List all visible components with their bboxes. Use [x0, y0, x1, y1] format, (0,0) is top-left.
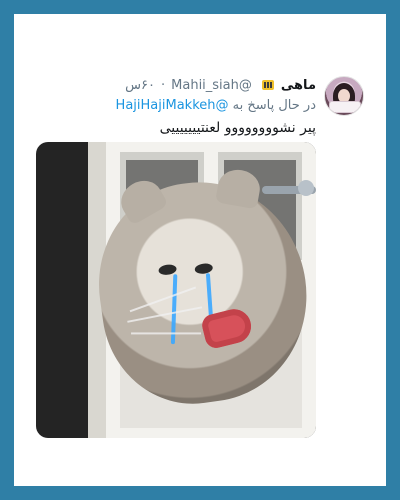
handle[interactable]: @Mahii_siah	[171, 78, 252, 93]
tweet-text: پیر نشوووووووو لعنتیییییییی	[159, 120, 316, 136]
avatar[interactable]	[324, 76, 364, 116]
timestamp[interactable]: ۶۰س	[125, 78, 155, 93]
cat-eye-right	[194, 262, 214, 275]
emoji-badge-icon	[261, 78, 275, 92]
reply-prefix: در حال پاسخ به	[232, 98, 316, 113]
cat-whisker-3	[131, 332, 202, 335]
reply-mention-link[interactable]: @HajiHajiMakkeh	[116, 98, 229, 113]
display-name[interactable]: ماهی	[281, 78, 316, 93]
reply-line: در حال پاسخ به @HajiHajiMakkeh	[56, 98, 316, 116]
tweet-card[interactable]: ماهی @Mahii_siah · ۶۰س در حال پاسخ به @H…	[14, 14, 386, 486]
tweet-media[interactable]	[36, 142, 316, 438]
tweet-header: ماهی @Mahii_siah · ۶۰س	[76, 76, 316, 94]
door-handle-knob	[298, 180, 314, 196]
avatar-sign	[329, 101, 361, 113]
screenshot-frame: ماهی @Mahii_siah · ۶۰س در حال پاسخ به @H…	[14, 14, 386, 486]
separator-dot: ·	[161, 77, 166, 93]
